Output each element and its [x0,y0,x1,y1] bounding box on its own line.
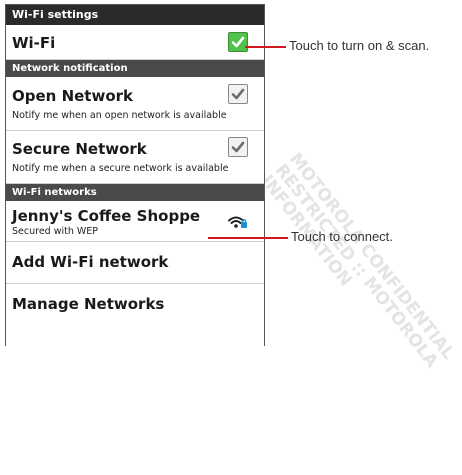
screen-title: Wi-Fi settings [6,5,264,25]
secure-network-summary: Notify me when a secure network is avail… [12,163,229,174]
network-security: Secured with WEP [12,226,99,237]
network-name: Jenny's Coffee Shoppe [12,207,201,225]
open-network-row[interactable]: Open Network Notify me when an open netw… [6,77,264,131]
checkmark-icon [231,36,245,48]
open-network-summary: Notify me when an open network is availa… [12,110,227,121]
wifi-callout-text: Touch to turn on & scan. [289,38,430,53]
wifi-label: Wi-Fi [12,34,56,52]
secure-network-label: Secure Network [12,140,147,158]
checkmark-icon [231,141,245,153]
checkmark-icon [231,88,245,100]
open-network-checkbox[interactable] [228,84,248,104]
open-network-label: Open Network [12,87,133,105]
secure-network-checkbox[interactable] [228,137,248,157]
add-wifi-network-label: Add Wi-Fi network [12,253,169,271]
wifi-toggle-row[interactable]: Wi-Fi [6,25,264,60]
manage-networks-row[interactable]: Manage Networks [6,284,264,324]
wifi-settings-screen: Wi-Fi settings Wi-Fi Network notificatio… [5,4,265,346]
network-item-row[interactable]: Jenny's Coffee Shoppe Secured with WEP [6,201,264,242]
connect-callout-text: Touch to connect. [291,229,393,244]
add-wifi-network-row[interactable]: Add Wi-Fi network [6,242,264,284]
wifi-checkbox[interactable] [228,32,248,52]
wifi-locked-icon [228,216,247,228]
section-header-networks: Wi-Fi networks [6,184,264,201]
manage-networks-label: Manage Networks [12,295,165,313]
wifi-callout-line [245,46,286,48]
section-header-notification: Network notification [6,60,264,77]
connect-callout-line [208,237,288,239]
secure-network-row[interactable]: Secure Network Notify me when a secure n… [6,131,264,184]
